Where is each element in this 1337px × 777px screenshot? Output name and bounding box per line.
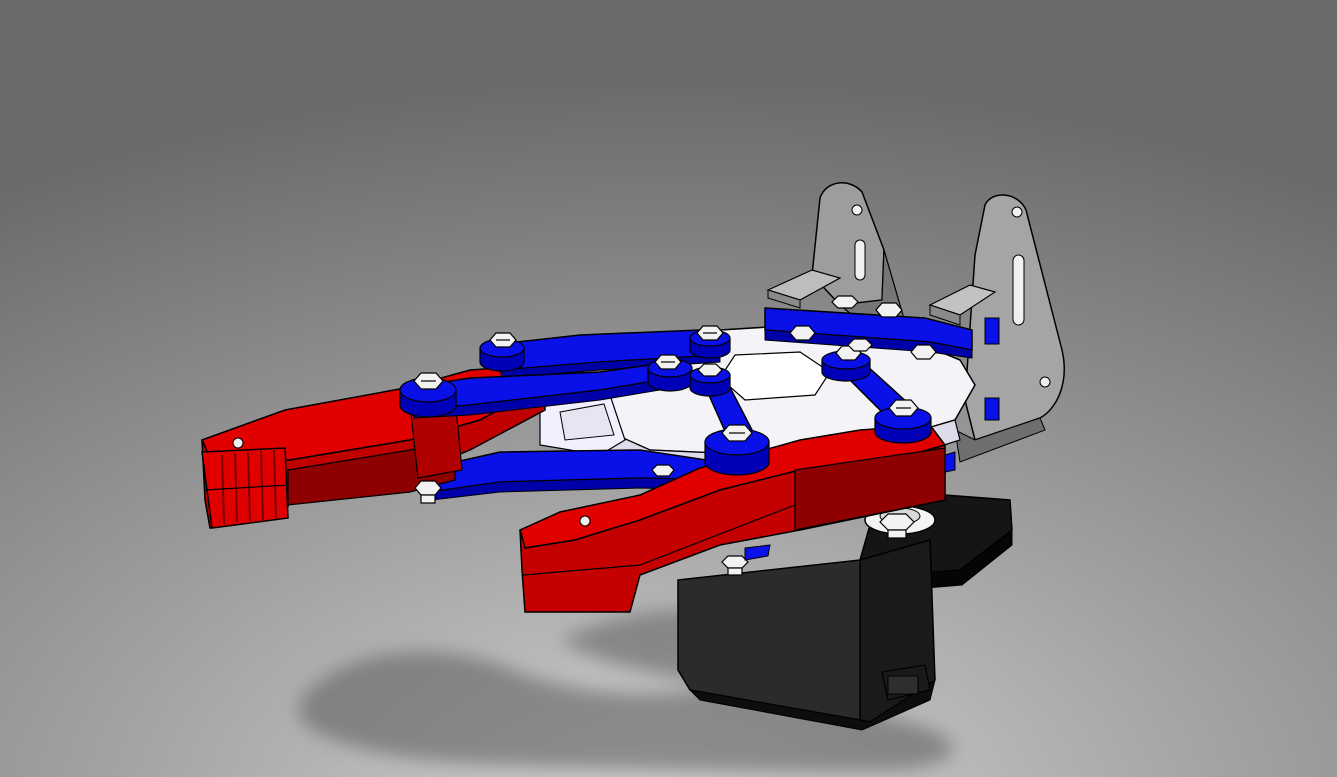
bolt-head bbox=[875, 302, 903, 318]
bolt-head bbox=[696, 325, 724, 341]
bolt-head bbox=[888, 399, 919, 417]
cad-viewport[interactable] bbox=[0, 0, 1337, 777]
bolt-head bbox=[910, 344, 937, 360]
bolt-head bbox=[831, 295, 859, 309]
bolt-head bbox=[413, 372, 444, 390]
bolt-head bbox=[697, 363, 723, 377]
bolt-head bbox=[654, 354, 682, 370]
bolt-head bbox=[847, 338, 873, 352]
bolt-head bbox=[651, 464, 675, 477]
bolt-head bbox=[721, 424, 753, 442]
bolt-head bbox=[489, 332, 517, 348]
gripper-assembly-render bbox=[0, 0, 1337, 777]
bolt-head bbox=[789, 325, 816, 341]
